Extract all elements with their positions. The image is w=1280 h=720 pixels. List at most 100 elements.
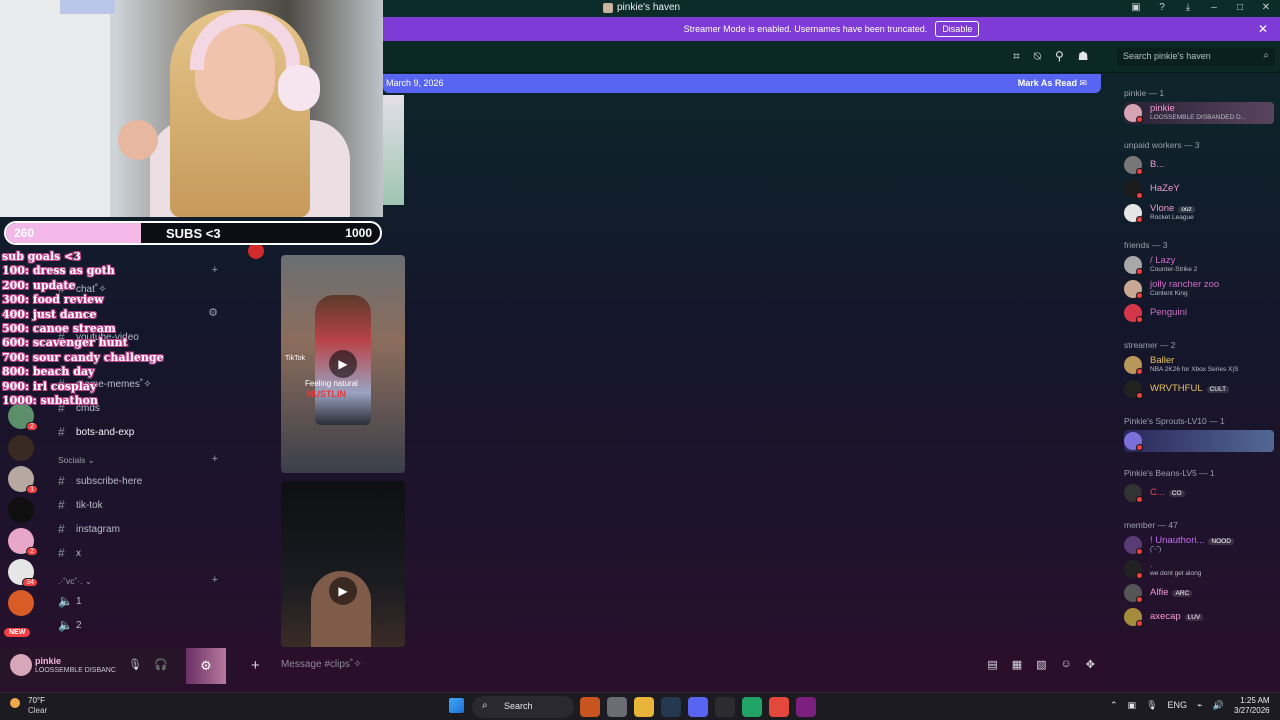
play-icon[interactable]: ▶ <box>329 350 357 378</box>
pin-icon[interactable]: ⚲ <box>1055 49 1064 64</box>
xbox-icon[interactable] <box>742 697 762 717</box>
headphones-icon[interactable]: 🎧 <box>154 658 168 671</box>
close-icon[interactable]: ✕ <box>1260 2 1272 13</box>
create-channel-icon[interactable]: + <box>212 264 218 276</box>
video-clip-attachment[interactable]: TikTok Feeling natural HUSTLIN ▶ <box>281 255 405 473</box>
status-badge <box>1136 572 1143 579</box>
channel-header: ⌗ ⍉ ⚲ ☗ Search pinkie's haven ⌕ <box>383 41 1280 73</box>
status-badge <box>1136 168 1143 175</box>
user-settings-icon[interactable]: ⚙ <box>186 648 226 684</box>
sub-goal-bar: 260 SUBS <3 1000 <box>4 221 382 245</box>
create-channel-icon[interactable]: + <box>212 453 218 465</box>
server-icon[interactable]: 34 <box>8 559 38 587</box>
member-item[interactable]: ! Unauthori... NOOD (˘ᵕ˘) <box>1124 534 1274 556</box>
microphone-icon[interactable]: 🎙 <box>128 658 142 671</box>
obs-icon[interactable] <box>715 697 735 717</box>
message-input[interactable]: Message #clips˚✧ <box>281 659 362 670</box>
channel-x[interactable]: # x <box>58 546 81 560</box>
status-badge <box>1136 116 1143 123</box>
member-item[interactable]: HaZeY <box>1124 178 1274 200</box>
server-icon[interactable]: 1 <box>8 466 38 494</box>
member-group-title: streamer — 2 <box>1124 340 1176 350</box>
user-status: LOOSSEMBLE DISBANC <box>35 667 116 674</box>
status-badge <box>1136 216 1143 223</box>
chrome-icon[interactable] <box>769 697 789 717</box>
webcam-person <box>118 120 158 160</box>
help-icon[interactable]: ? <box>1156 2 1168 13</box>
sub-goal-item: 100: dress as goth <box>2 264 115 278</box>
server-icon[interactable] <box>8 497 34 523</box>
folder-icon[interactable] <box>634 697 654 717</box>
member-item[interactable]: Baller NBA 2K26 for Xbox Series X|S <box>1124 354 1274 376</box>
chevron-up-icon[interactable]: ⌃ <box>1110 700 1118 711</box>
member-item[interactable]: pinkie LOOSSEMBLE DISBANDED D... <box>1124 102 1274 124</box>
new-messages-bar[interactable]: March 9, 2026 Mark As Read ✉ <box>383 74 1101 93</box>
terminal-icon[interactable] <box>607 697 627 717</box>
notification-mute-icon[interactable]: ⍉ <box>1034 49 1041 64</box>
category-socials[interactable]: Socials ⌄ <box>58 455 95 466</box>
voice-channel-1[interactable]: 🔈 1 <box>58 594 82 608</box>
member-item[interactable]: Alfie ARC <box>1124 582 1274 604</box>
tiktok-watermark: TikTok <box>285 355 305 362</box>
capture-icon[interactable]: ▣ <box>1130 2 1142 13</box>
category-voice[interactable]: .·˚vc˚·. ⌄ <box>58 576 92 587</box>
server-icon[interactable] <box>8 435 34 461</box>
threads-icon[interactable]: ⌗ <box>1013 49 1020 64</box>
member-item[interactable]: / Lazy Counter-Strike 2 <box>1124 254 1274 276</box>
sub-goal-item: 200: update <box>2 278 76 292</box>
member-item[interactable]: Penguini <box>1124 302 1274 324</box>
emoji-icon[interactable]: ☺ <box>1061 658 1072 671</box>
microphone-icon[interactable]: 🎙 <box>1146 700 1157 711</box>
channel-tik-tok[interactable]: # tik-tok <box>58 498 103 512</box>
server-rail: 2 1 2 34 <box>0 395 44 645</box>
member-group-title: member — 47 <box>1124 520 1178 530</box>
channel-bots-and-exp[interactable]: # bots-and-exp <box>58 425 134 439</box>
volume-icon[interactable]: 🔊 <box>1212 700 1223 711</box>
kick-icon[interactable] <box>796 697 816 717</box>
language-indicator[interactable]: ENG <box>1168 700 1188 711</box>
channel-settings-icon[interactable]: ⚙ <box>208 306 218 319</box>
banner-close-icon[interactable]: ✕ <box>1258 22 1268 36</box>
member-item[interactable] <box>1124 430 1274 452</box>
maximize-icon[interactable]: □ <box>1234 2 1246 13</box>
avatar[interactable] <box>10 654 32 676</box>
video-clip-attachment[interactable]: ▶ <box>281 481 405 647</box>
member-item[interactable]: jolly rancher zoo Content King <box>1124 278 1274 300</box>
member-list-icon[interactable]: ☗ <box>1078 49 1089 64</box>
discord-icon[interactable] <box>688 697 708 717</box>
create-channel-icon[interactable]: + <box>212 574 218 586</box>
voice-channel-2[interactable]: 🔈 2 <box>58 618 82 632</box>
channel-instagram[interactable]: # instagram <box>58 522 120 536</box>
play-icon[interactable]: ▶ <box>329 577 357 605</box>
member-item[interactable]: Vlone ooz Rocket League <box>1124 202 1274 224</box>
taskbar-clock[interactable]: 1:25 AM 3/27/2026 <box>1234 696 1270 716</box>
gif-icon[interactable]: ▦ <box>1012 658 1022 671</box>
taskbar-search[interactable]: ⌕ Search <box>472 696 574 718</box>
new-messages-date: March 9, 2026 <box>386 78 444 88</box>
gift-icon[interactable]: ▤ <box>987 658 997 671</box>
add-attachment-icon[interactable]: + <box>251 657 260 674</box>
member-item[interactable]: B... <box>1124 154 1274 176</box>
minimize-icon[interactable]: – <box>1208 2 1220 13</box>
member-item[interactable]: . we dont get along <box>1124 558 1274 580</box>
tray-app-icon[interactable]: ▣ <box>1128 700 1137 711</box>
sticker-icon[interactable]: ▧ <box>1036 658 1046 671</box>
server-icon[interactable] <box>8 590 34 616</box>
member-name: B... <box>1150 159 1165 170</box>
apps-icon[interactable]: ✥ <box>1086 658 1095 671</box>
server-icon <box>603 2 613 13</box>
member-item[interactable]: axecap LUV <box>1124 606 1274 628</box>
steam-icon[interactable] <box>661 697 681 717</box>
message-composer[interactable]: + Message #clips˚✧ ▤ ▦ ▧ ☺ ✥ <box>237 648 1103 684</box>
member-item[interactable]: C... CO <box>1124 482 1274 504</box>
server-icon[interactable]: 2 <box>8 528 38 556</box>
windows-start-icon[interactable] <box>449 698 464 713</box>
disable-button[interactable]: Disable <box>935 21 980 37</box>
member-item[interactable]: WRVTHFUL CULT <box>1124 378 1274 400</box>
channel-subscribe-here[interactable]: # subscribe-here <box>58 474 142 488</box>
search-input[interactable]: Search pinkie's haven ⌕ <box>1117 48 1275 66</box>
download-icon[interactable]: ⤓ <box>1182 2 1194 13</box>
game-icon[interactable] <box>580 697 600 717</box>
network-icon[interactable]: ⌁ <box>1197 700 1202 711</box>
mark-as-read-button[interactable]: Mark As Read ✉ <box>1018 78 1087 89</box>
